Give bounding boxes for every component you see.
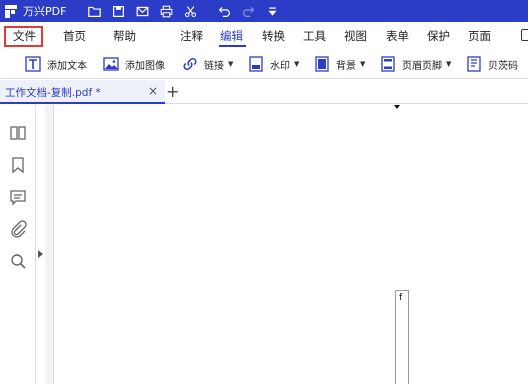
add-text-button[interactable]: 添加文本 [25,55,87,73]
menu-comment[interactable]: 注释 [180,28,203,44]
scissors-icon[interactable] [178,0,202,22]
link-icon [183,57,197,71]
more-menu-icon[interactable] [521,29,528,41]
background-button[interactable]: 背景 ▼ [314,55,365,73]
add-image-button[interactable]: 添加图像 [103,55,165,73]
app-logo [5,4,17,18]
header-footer-button[interactable]: 页眉页脚 ▼ [380,55,451,73]
active-tab-indicator [219,45,246,47]
search-icon[interactable] [8,251,28,271]
expand-panel-icon[interactable] [38,250,43,258]
mail-icon[interactable] [130,0,154,22]
save-icon[interactable] [106,0,130,22]
document-tab-bar: 工作文档-复制.pdf * × + [0,80,528,104]
document-tab[interactable]: 工作文档-复制.pdf * × [0,80,165,104]
attachment-icon[interactable] [8,219,28,239]
image-icon [103,57,119,71]
text-box-content: f [399,293,403,303]
edit-toolbar: 添加文本 添加图像 链接 ▼ 水印 ▼ 背景 ▼ 页眉页脚 ▼ 贝茨码 [0,49,528,79]
open-folder-icon[interactable] [82,0,106,22]
undo-icon[interactable] [212,0,236,22]
menu-tools[interactable]: 工具 [303,28,326,44]
redo-icon[interactable] [236,0,260,22]
page-marker-icon [394,105,400,109]
watermark-button[interactable]: 水印 ▼ [248,55,299,73]
menu-form[interactable]: 表单 [386,28,409,44]
bates-icon [467,56,481,72]
text-box[interactable]: f [395,290,409,384]
thumbnails-icon[interactable] [8,123,28,143]
menu-help[interactable]: 帮助 [113,28,136,44]
header-footer-dropdown-icon[interactable]: ▼ [446,60,451,68]
bates-label: 贝茨码 [488,60,518,72]
menu-page[interactable]: 页面 [468,28,491,44]
comment-icon[interactable] [8,187,28,207]
left-sidebar [0,105,36,384]
text-icon [25,56,41,72]
add-text-label: 添加文本 [47,60,87,72]
app-name: 万兴PDF [23,5,67,18]
background-dropdown-icon[interactable]: ▼ [360,60,365,68]
header-footer-label: 页眉页脚 [402,60,442,72]
header-footer-icon [381,56,395,72]
link-label: 链接 [204,60,224,72]
menu-bar: 文件 首页 帮助 注释 编辑 转换 工具 视图 表单 保护 页面 [0,22,528,49]
menu-edit[interactable]: 编辑 [220,28,243,44]
menu-home[interactable]: 首页 [63,28,86,44]
close-tab-icon[interactable]: × [148,84,158,98]
print-icon[interactable] [154,0,178,22]
background-icon [315,56,329,72]
pdf-page[interactable]: f [53,105,528,384]
add-image-label: 添加图像 [125,60,165,72]
link-button[interactable]: 链接 ▼ [182,55,233,73]
watermark-icon [249,56,263,72]
new-tab-button[interactable]: + [166,82,179,101]
menu-file[interactable]: 文件 [13,28,36,44]
watermark-dropdown-icon[interactable]: ▼ [294,60,299,68]
bookmark-icon[interactable] [8,155,28,175]
document-tab-title: 工作文档-复制.pdf * [5,87,101,99]
background-label: 背景 [336,60,356,72]
menu-convert[interactable]: 转换 [262,28,285,44]
document-canvas: f [45,105,528,384]
customize-dropdown-icon[interactable] [260,0,284,22]
menu-view[interactable]: 视图 [344,28,367,44]
watermark-label: 水印 [270,60,290,72]
menu-protect[interactable]: 保护 [427,28,450,44]
link-dropdown-icon[interactable]: ▼ [228,60,233,68]
bates-button[interactable]: 贝茨码 [466,55,518,73]
quick-access-toolbar [82,0,284,22]
title-bar: 万兴PDF [0,0,528,22]
